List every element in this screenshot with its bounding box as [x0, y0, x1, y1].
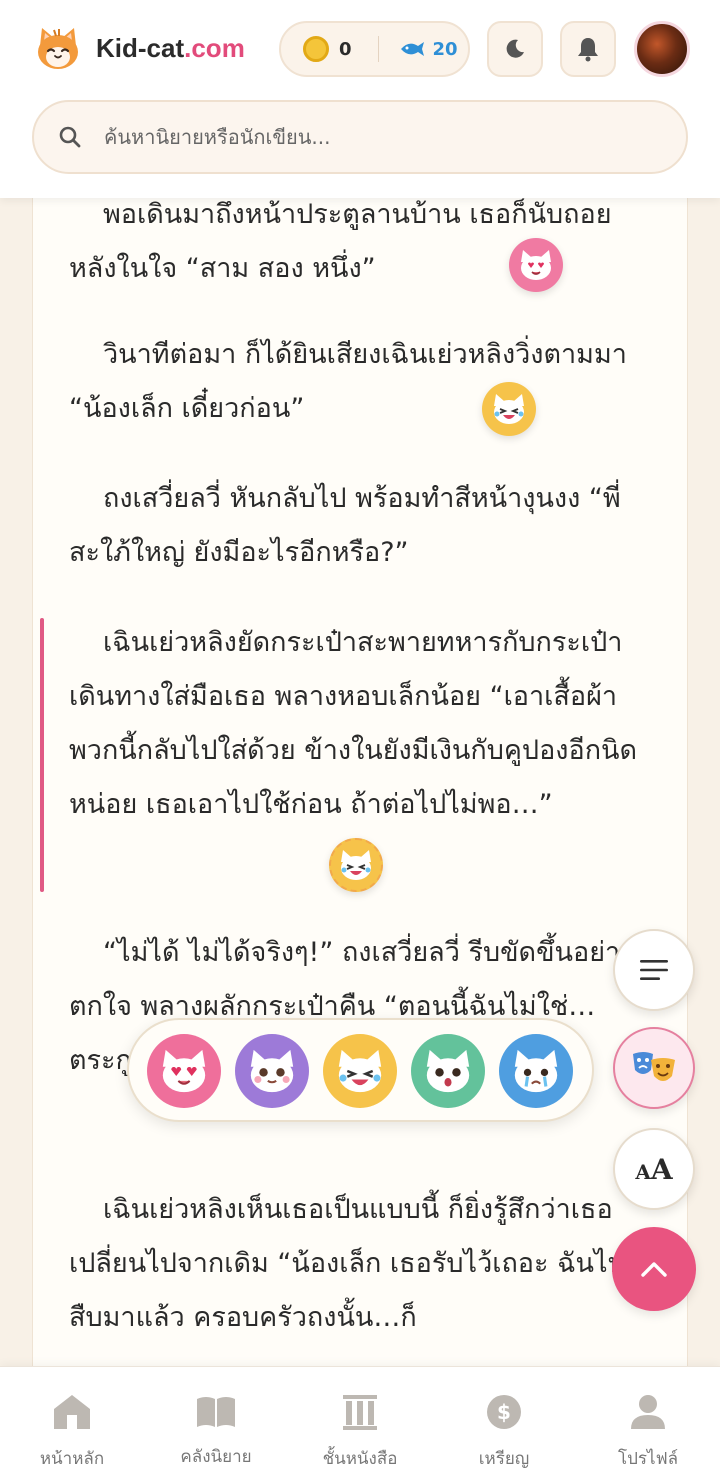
- coin-icon: [303, 36, 329, 62]
- nav-item-library[interactable]: คลังนิยาย: [144, 1367, 288, 1481]
- font-size-icon: AA: [635, 1152, 673, 1186]
- font-size-button[interactable]: AA: [613, 1128, 695, 1210]
- nav-label-home: หน้าหลัก: [39, 1449, 105, 1469]
- search-bar[interactable]: [32, 100, 688, 174]
- bottom-navigation: หน้าหลัก คลังนิยาย ชั้นหนังสือ $ เหรียญ …: [0, 1366, 720, 1481]
- brand-tld: .com: [184, 32, 245, 63]
- fish-balance: 20: [432, 38, 458, 60]
- nav-label-profile: โปรไฟล์: [617, 1449, 679, 1469]
- surprised-cat-option[interactable]: [411, 1034, 485, 1108]
- nav-label-bookshelf: ชั้นหนังสือ: [322, 1449, 398, 1469]
- search-icon: [59, 126, 81, 148]
- nav-item-bookshelf[interactable]: ชั้นหนังสือ: [288, 1367, 432, 1481]
- top-header: Kid-cat.com 0 20: [0, 0, 720, 198]
- site-logo[interactable]: Kid-cat.com: [34, 24, 245, 72]
- paragraph[interactable]: ถงเสวี่ยลวี่ หันกลับไป พร้อมทำสีหน้างุนง…: [69, 472, 641, 580]
- dark-mode-toggle[interactable]: [487, 21, 543, 77]
- shelf-icon: [343, 1395, 377, 1430]
- laughing-cat-option[interactable]: [323, 1034, 397, 1108]
- paragraph[interactable]: เฉินเย่วหลิงเห็นเธอเป็นแบบนี้ ก็ยิ่งรู้ส…: [69, 1183, 641, 1345]
- heart-eyes-cat-icon: [521, 250, 551, 280]
- scroll-to-top-button[interactable]: [612, 1227, 696, 1311]
- user-avatar[interactable]: [634, 21, 690, 77]
- notifications-button[interactable]: [560, 21, 616, 77]
- nav-label-coins: เหรียญ: [478, 1449, 530, 1469]
- laughing-cat-icon: [494, 394, 524, 424]
- user-icon: [631, 1395, 665, 1429]
- crying-cat-icon: [514, 1049, 558, 1093]
- blushing-cat-icon: [250, 1049, 294, 1093]
- laughing-cat-icon: [341, 850, 371, 880]
- laughing-cat-icon: [338, 1049, 382, 1093]
- reaction-toggle-button[interactable]: [613, 1027, 695, 1109]
- brand-name: Kid-cat: [96, 32, 185, 63]
- chevron-up-icon: [641, 1262, 667, 1277]
- list-icon: [640, 960, 668, 980]
- heart-eyes-cat-option[interactable]: [147, 1034, 221, 1108]
- heart-eyes-cat-icon: [162, 1049, 206, 1093]
- crying-cat-option[interactable]: [499, 1034, 573, 1108]
- fish-icon: [400, 42, 424, 56]
- nav-item-profile[interactable]: โปรไฟล์: [576, 1367, 720, 1481]
- paragraph-highlighted[interactable]: เฉินเย่วหลิงยัดกระเป๋าสะพายทหารกับกระเป๋…: [69, 616, 641, 832]
- coin-balance: 0: [339, 38, 352, 60]
- surprised-cat-icon: [426, 1049, 470, 1093]
- nav-item-home[interactable]: หน้าหลัก: [0, 1367, 144, 1481]
- nav-label-library: คลังนิยาย: [180, 1447, 252, 1467]
- laughing-cat-reaction[interactable]: [482, 382, 536, 436]
- nav-item-coins[interactable]: $ เหรียญ: [432, 1367, 576, 1481]
- reaction-picker: [127, 1018, 594, 1122]
- chapter-menu-button[interactable]: [613, 929, 695, 1011]
- search-input[interactable]: [104, 125, 624, 149]
- wallet-balance[interactable]: 0 20: [279, 21, 470, 77]
- bell-icon: [578, 38, 598, 62]
- coin-icon: $: [487, 1395, 521, 1429]
- theater-masks-icon: [633, 1052, 675, 1081]
- highlight-marker: [40, 618, 44, 892]
- home-icon: [54, 1395, 90, 1429]
- paragraph[interactable]: วินาทีต่อมา ก็ได้ยินเสียงเฉินเย่วหลิงวิ่…: [69, 328, 641, 436]
- chapter-content: พอเดินมาถึงหน้าประตูลานบ้าน เธอก็นับถอยห…: [32, 198, 688, 1366]
- svg-text:$: $: [497, 1400, 511, 1424]
- heart-eyes-cat-reaction[interactable]: [509, 238, 563, 292]
- cat-logo-icon: [38, 28, 78, 69]
- blushing-cat-option[interactable]: [235, 1034, 309, 1108]
- laughing-cat-reaction[interactable]: [329, 838, 383, 892]
- book-icon: [197, 1397, 235, 1427]
- wallet-divider: [377, 36, 379, 62]
- moon-icon: [506, 39, 524, 58]
